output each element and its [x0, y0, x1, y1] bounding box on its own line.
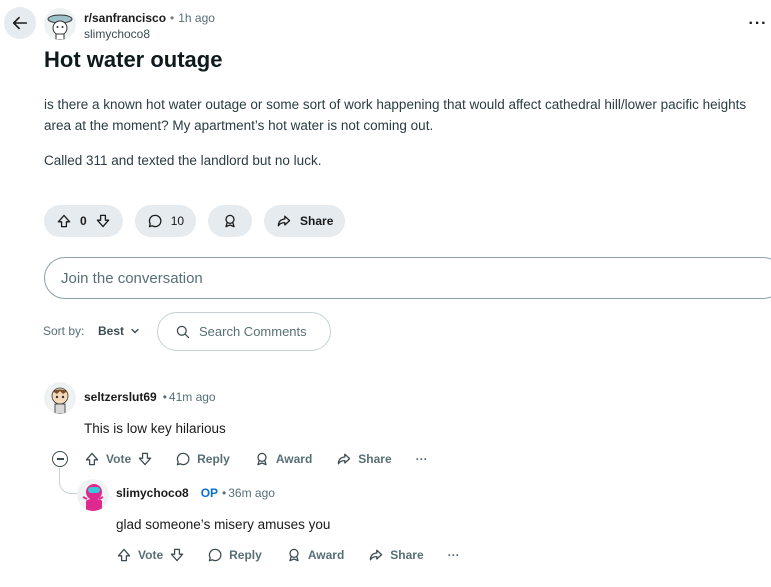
comment-author[interactable]: seltzerslut69 — [84, 390, 157, 404]
award-icon — [225, 214, 235, 228]
comment-author[interactable]: slimychoco8 — [116, 486, 189, 500]
post-time: 1h ago — [178, 11, 215, 25]
post-meta: r/sanfrancisco • 1h ago — [84, 11, 215, 25]
post-paragraph: Called 311 and texted the landlord but n… — [44, 153, 322, 168]
join-conversation-input[interactable]: Join the conversation — [44, 257, 771, 299]
share-arrow-icon — [370, 549, 383, 561]
comment-time: 41m ago — [168, 390, 216, 404]
op-badge: OP — [200, 486, 219, 500]
sort-dropdown[interactable]: Best — [98, 324, 140, 338]
arrow-down-icon[interactable] — [95, 213, 111, 229]
comment-text: glad someone’s misery amuses you — [116, 517, 331, 532]
arrow-down-icon[interactable] — [169, 547, 185, 563]
avatar[interactable] — [77, 479, 109, 511]
speech-bubble-icon — [148, 214, 162, 228]
collapse-thread-button[interactable] — [52, 451, 68, 467]
comment-meta: seltzerslut69 • 41m ago — [84, 390, 216, 404]
thread-line — [59, 468, 77, 494]
arrow-up-icon[interactable] — [84, 451, 100, 467]
award-button[interactable]: Award — [286, 547, 344, 563]
reply-button[interactable]: Reply — [175, 451, 230, 467]
comments-button[interactable]: 10 — [134, 205, 197, 237]
vote-label: Vote — [138, 548, 164, 562]
comment-actions: Vote Reply Award Share ··· — [116, 547, 484, 563]
share-arrow-icon — [338, 453, 351, 465]
vote-group: Vote — [116, 547, 185, 563]
post-paragraph: is there a known hot water outage or som… — [44, 97, 747, 133]
share-arrow-icon — [277, 215, 291, 227]
share-button[interactable]: Share — [264, 205, 346, 237]
comment-text: This is low key hilarious — [84, 421, 226, 436]
comment-actions: Vote Reply Award Share ··· — [84, 451, 452, 467]
search-comments-input[interactable]: Search Comments — [157, 312, 331, 351]
post-title: Hot water outage — [44, 47, 223, 72]
award-button[interactable] — [208, 205, 253, 237]
share-button[interactable]: Share — [336, 451, 392, 467]
speech-bubble-icon — [176, 452, 190, 466]
subreddit-name[interactable]: r/sanfrancisco — [84, 11, 166, 25]
post-actions: 0 10 Share — [44, 205, 346, 237]
sort-label: Sort by: — [43, 324, 85, 338]
comment-time: 36m ago — [228, 486, 275, 500]
share-button[interactable]: Share — [368, 547, 424, 563]
speech-bubble-icon — [208, 548, 222, 562]
chevron-down-icon — [131, 328, 139, 334]
more-options-button[interactable]: ··· — [746, 12, 770, 36]
award-icon — [257, 452, 267, 466]
arrow-down-icon[interactable] — [137, 451, 153, 467]
sort-value: Best — [98, 324, 125, 338]
subreddit-avatar[interactable] — [44, 8, 76, 40]
award-button[interactable]: Award — [254, 451, 312, 467]
comment-count: 10 — [170, 214, 185, 228]
arrow-up-icon[interactable] — [116, 547, 132, 563]
reply-button[interactable]: Reply — [207, 547, 262, 563]
vote-label: Vote — [106, 452, 132, 466]
comment-more-button[interactable]: ··· — [448, 548, 460, 562]
comment-meta: slimychoco8 OP • 36m ago — [116, 486, 275, 500]
share-label: Share — [300, 214, 334, 228]
post-author[interactable]: slimychoco8 — [84, 27, 150, 41]
vote-group: Vote — [84, 451, 153, 467]
comment-more-button[interactable]: ··· — [416, 452, 428, 466]
avatar[interactable] — [44, 382, 76, 414]
back-button[interactable] — [4, 7, 36, 39]
vote-group: 0 — [44, 205, 123, 237]
post-body: is there a known hot water outage or som… — [44, 94, 754, 185]
arrow-up-icon[interactable] — [56, 213, 72, 229]
award-icon — [289, 548, 299, 562]
arrow-left-icon — [12, 16, 28, 30]
vote-count: 0 — [80, 214, 87, 228]
search-placeholder: Search Comments — [199, 324, 307, 339]
search-icon — [176, 325, 190, 338]
